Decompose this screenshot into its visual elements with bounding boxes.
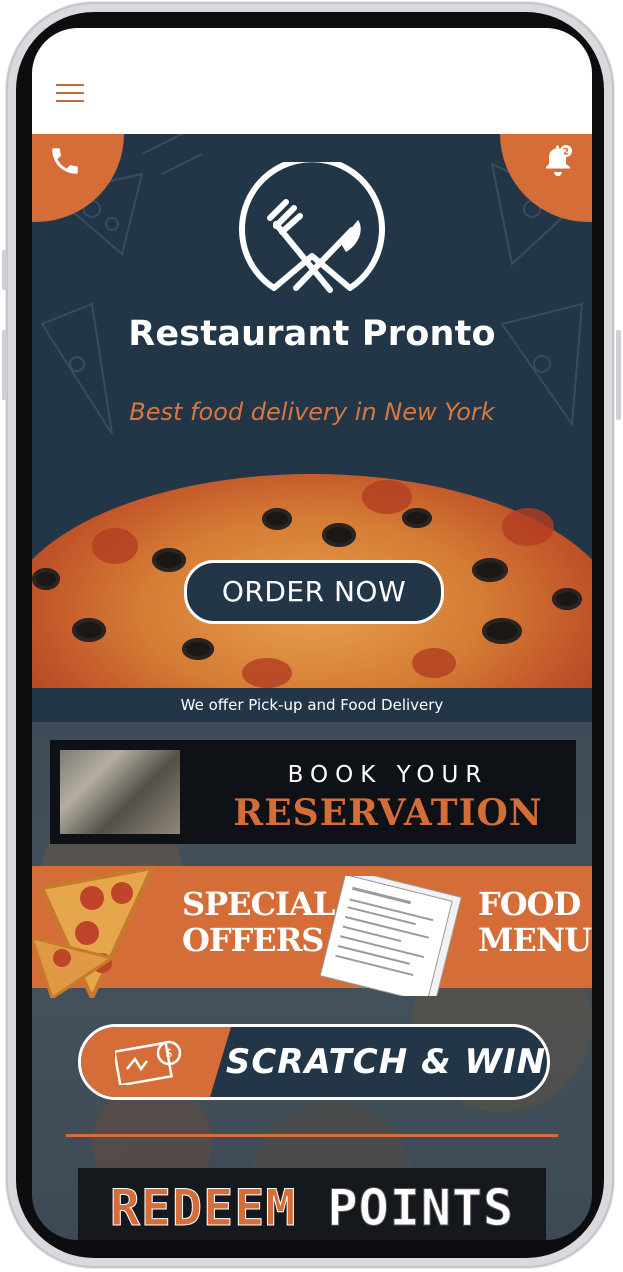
- restaurant-title: Restaurant Pronto: [128, 314, 496, 354]
- top-app-bar: [32, 28, 592, 134]
- tagline: Best food delivery in New York: [129, 398, 495, 426]
- reservation-top-text: BOOK YOUR: [287, 762, 489, 788]
- redeem-points-button[interactable]: REDEEM POINTS: [78, 1168, 546, 1240]
- book-reservation-banner[interactable]: BOOK YOUR RESERVATION: [50, 740, 576, 844]
- food-menu-button[interactable]: FOOD MENU: [478, 885, 592, 959]
- menu-sheets-image: [319, 876, 462, 996]
- notification-badge-count: 2: [563, 148, 569, 158]
- side-button-right: [616, 330, 621, 420]
- service-note: We offer Pick-up and Food Delivery: [32, 688, 592, 722]
- redeem-word: REDEEM: [109, 1179, 328, 1238]
- order-now-button[interactable]: ORDER NOW: [184, 560, 444, 624]
- pizza-slice-image: [32, 865, 156, 998]
- special-offers-line1: SPECIAL: [182, 885, 335, 923]
- food-menu-line2: MENU: [478, 921, 592, 959]
- scratch-and-win-label: SCRATCH & WIN: [225, 1042, 547, 1082]
- section-divider: [66, 1134, 558, 1137]
- side-button-left: [2, 330, 7, 400]
- svg-text:$: $: [165, 1046, 173, 1060]
- bell-icon[interactable]: 2: [540, 142, 576, 178]
- side-button-left: [2, 250, 7, 290]
- phone-icon[interactable]: [48, 144, 82, 178]
- scratch-and-win-button[interactable]: $ SCRATCH & WIN: [78, 1024, 550, 1100]
- points-word: POINTS: [327, 1179, 515, 1238]
- fork-knife-logo-icon: [239, 162, 385, 293]
- hero-section: 2 Restaurant Pronto Best food delivery i…: [32, 134, 592, 474]
- special-offers-button[interactable]: SPECIAL OFFERS: [182, 885, 335, 959]
- special-offers-line2: OFFERS: [182, 921, 324, 959]
- food-menu-line1: FOOD: [478, 885, 581, 923]
- hamburger-menu-icon[interactable]: [56, 84, 84, 106]
- ticket-coin-icon: $: [115, 1040, 182, 1085]
- reservation-main-text: RESERVATION: [233, 792, 543, 834]
- reservation-photo: [60, 750, 180, 834]
- app-screen: 2 Restaurant Pronto Best food delivery i…: [32, 28, 592, 1240]
- offers-menu-banner: SPECIAL OFFERS FOOD MENU: [32, 865, 592, 998]
